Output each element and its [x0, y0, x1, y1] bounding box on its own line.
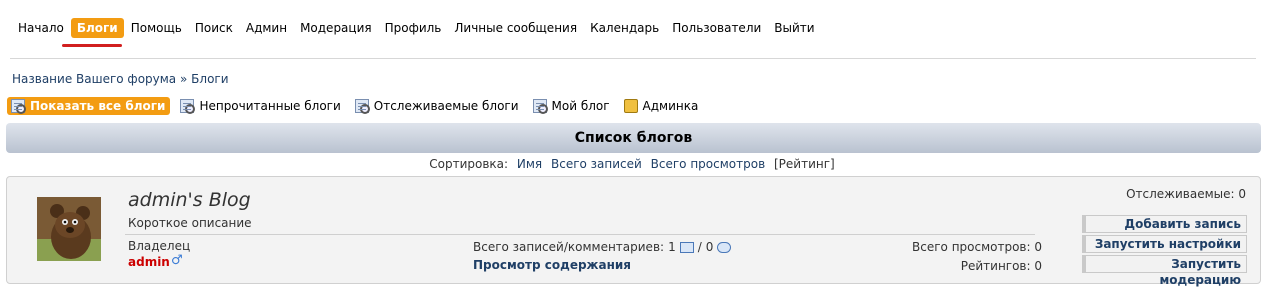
- unread-blogs-label: Непрочитанные блоги: [199, 99, 341, 113]
- my-blog-icon: [532, 99, 548, 114]
- male-gender-icon: ♂: [171, 253, 183, 268]
- watchers-count: Отслеживаемые: 0: [1126, 187, 1246, 201]
- lock-icon: [623, 99, 638, 113]
- blog-divider: [125, 234, 1035, 235]
- admin-panel-button[interactable]: Админка: [623, 99, 699, 113]
- sort-by-total-posts[interactable]: Всего записей: [551, 157, 642, 171]
- add-post-button[interactable]: Добавить запись: [1082, 215, 1247, 233]
- run-moderation-button[interactable]: Запустить модерацию: [1082, 255, 1247, 287]
- show-all-blogs-label: Показать все блоги: [30, 99, 166, 113]
- unread-blogs-icon: [180, 99, 196, 114]
- posts-count: 1: [668, 240, 676, 254]
- nav-profile[interactable]: Профиль: [379, 18, 448, 38]
- posts-comments-stats: Всего записей/комментариев: 1 / 0: [473, 240, 735, 254]
- breadcrumb: Название Вашего форума » Блоги: [12, 72, 229, 86]
- total-views: Всего просмотров: 0: [912, 240, 1042, 254]
- posts-icon: [679, 241, 694, 253]
- blog-list-icon: [11, 99, 26, 114]
- blog-list-header: Список блогов: [6, 123, 1261, 153]
- run-settings-button[interactable]: Запустить настройки: [1082, 235, 1247, 253]
- view-content-link[interactable]: Просмотр содержания: [473, 258, 631, 272]
- breadcrumb-separator: »: [180, 72, 188, 86]
- avatar: [37, 197, 101, 261]
- breadcrumb-current[interactable]: Блоги: [191, 72, 228, 86]
- breadcrumb-forum[interactable]: Название Вашего форума: [12, 72, 176, 86]
- my-blog-label: Мой блог: [551, 99, 610, 113]
- nav-home[interactable]: Начало: [12, 18, 70, 38]
- owner-label: Владелец: [128, 239, 191, 253]
- active-tab-underline: [62, 44, 122, 47]
- sort-by-name[interactable]: Имя: [517, 157, 542, 171]
- main-nav: Начало Блоги Помощь Поиск Админ Модераци…: [12, 18, 822, 38]
- sort-label: Сортировка:: [429, 157, 509, 171]
- sort-bar: Сортировка: Имя Всего записей Всего прос…: [0, 157, 1264, 171]
- nav-admin[interactable]: Админ: [240, 18, 293, 38]
- nav-messages[interactable]: Личные сообщения: [448, 18, 583, 38]
- nav-users[interactable]: Пользователи: [666, 18, 767, 38]
- posts-comments-label: Всего записей/комментариев:: [473, 240, 665, 254]
- nav-help[interactable]: Помощь: [125, 18, 188, 38]
- comments-count: 0: [705, 240, 714, 254]
- sort-by-total-views[interactable]: Всего просмотров: [651, 157, 766, 171]
- posts-comments-separator: /: [697, 240, 702, 254]
- nav-moderation[interactable]: Модерация: [294, 18, 378, 38]
- owner-name-link[interactable]: admin: [128, 255, 170, 269]
- nav-logout[interactable]: Выйти: [768, 18, 820, 38]
- blog-list-title: Список блогов: [574, 130, 693, 146]
- blog-description: Короткое описание: [128, 216, 252, 230]
- sort-by-rating-current: [Рейтинг]: [773, 157, 835, 171]
- comments-icon: [717, 241, 732, 253]
- nav-divider: [10, 58, 1256, 59]
- admin-panel-label: Админка: [642, 99, 699, 113]
- show-all-blogs-button[interactable]: Показать все блоги: [7, 97, 171, 115]
- unread-blogs-button[interactable]: Непрочитанные блоги: [180, 99, 341, 114]
- blog-toolbar: Показать все блоги Непрочитанные блоги О…: [7, 97, 712, 115]
- blog-entry: admin's Blog Короткое описание Владелец …: [6, 176, 1261, 287]
- blog-title-link[interactable]: admin's Blog: [128, 189, 251, 211]
- nav-calendar[interactable]: Календарь: [584, 18, 665, 38]
- my-blog-button[interactable]: Мой блог: [532, 99, 610, 114]
- ratings-count: Рейтингов: 0: [960, 259, 1042, 273]
- watched-blogs-icon: [354, 99, 370, 114]
- watched-blogs-label: Отслеживаемые блоги: [373, 99, 519, 113]
- watched-blogs-button[interactable]: Отслеживаемые блоги: [354, 99, 519, 114]
- nav-search[interactable]: Поиск: [189, 18, 239, 38]
- nav-blogs[interactable]: Блоги: [70, 18, 124, 38]
